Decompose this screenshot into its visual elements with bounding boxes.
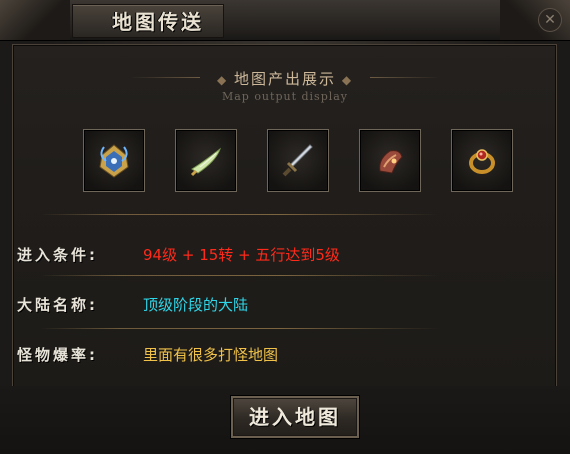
title-bar: 地图传送 ✕ [0, 0, 570, 41]
divider [40, 275, 440, 276]
enter-map-button[interactable]: 进入地图 [231, 396, 359, 438]
continent-value: 顶级阶段的大陆 [143, 296, 249, 314]
continent-label: 大陆名称: [17, 296, 98, 314]
winged-crest-icon [99, 143, 129, 178]
section-title-text: 地图产出展示 [233, 70, 336, 88]
item-slot-3[interactable] [267, 129, 329, 192]
item-slot-1[interactable] [83, 129, 145, 192]
item-slot-5[interactable] [451, 129, 513, 192]
condition-value: 94级 + 15转 + 五行达到5级 [143, 246, 340, 264]
drop-rate-label: 怪物爆率: [17, 346, 98, 364]
sword-icon [282, 143, 313, 176]
frame-ornament-left [0, 0, 70, 40]
ornament-icon: ◆ [336, 73, 354, 87]
section-title: ◆ 地图产出展示 ◆ [0, 68, 570, 89]
window-title: 地图传送 [112, 10, 204, 34]
divider [40, 328, 440, 329]
close-icon[interactable]: ✕ [538, 8, 562, 32]
item-slot-4[interactable] [359, 129, 421, 192]
section-subtitle: Map output display [221, 90, 349, 103]
jade-blade-icon [190, 147, 221, 176]
bracer-icon [379, 149, 403, 174]
divider [40, 214, 440, 215]
ornament-icon: ◆ [216, 73, 234, 87]
item-slot-2[interactable] [175, 129, 237, 192]
drop-rate-value: 里面有很多打怪地图 [143, 346, 279, 364]
condition-label: 进入条件: [17, 246, 98, 264]
ring-icon [469, 148, 495, 174]
